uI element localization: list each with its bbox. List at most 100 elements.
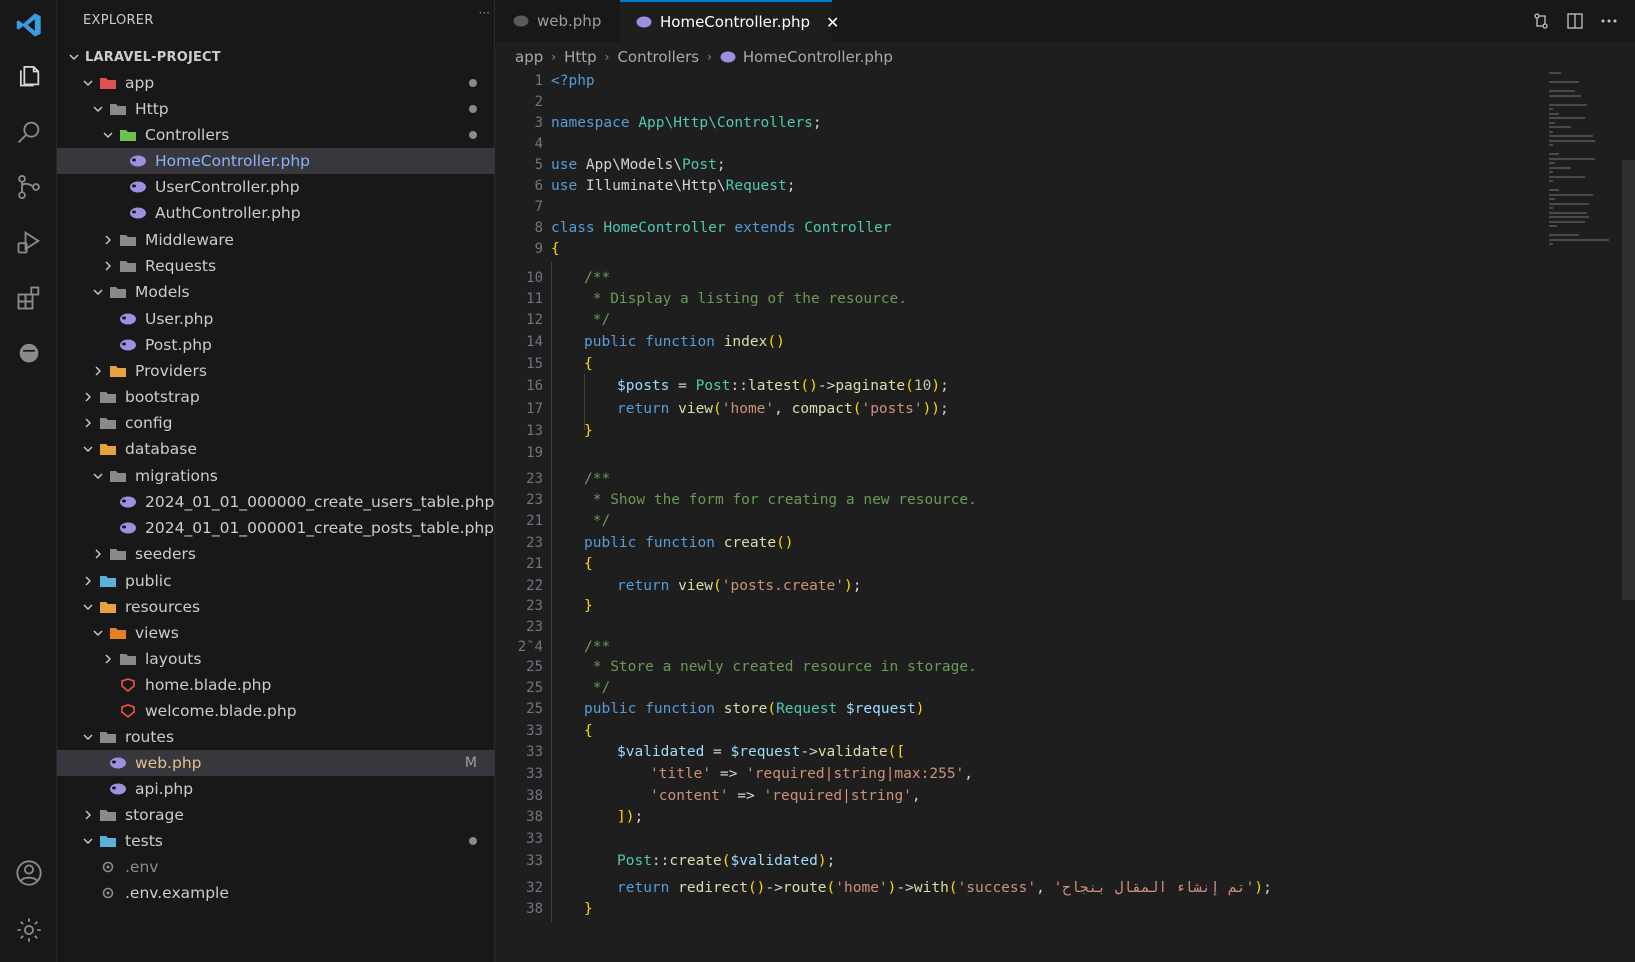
tree-item[interactable]: storage	[57, 802, 495, 828]
code-token: 'required|string|max:255'	[746, 765, 965, 782]
code-token: =>	[711, 765, 747, 782]
breadcrumb-item[interactable]: Controllers	[617, 48, 699, 66]
code-line: 25 * Store a newly created resource in s…	[495, 656, 1595, 677]
breadcrumb-item[interactable]: Http	[564, 48, 597, 66]
tree-item[interactable]: UserController.php	[57, 174, 495, 200]
code-text: class HomeController extends Controller	[551, 220, 892, 236]
tab-home-controller[interactable]: HomeController.php ✕	[620, 0, 839, 42]
folder-icon	[109, 364, 127, 378]
line-number: 33	[526, 722, 543, 739]
tree-item[interactable]: AuthController.php	[57, 200, 495, 226]
tree-item[interactable]: api.php	[57, 776, 495, 802]
indent-guide	[584, 374, 585, 430]
breadcrumb-item[interactable]: HomeController.php	[743, 48, 893, 66]
code-token: use	[551, 156, 586, 173]
tree-item[interactable]: Providers	[57, 358, 495, 384]
source-control-icon[interactable]	[0, 162, 57, 212]
code-line: 12 */	[495, 309, 1595, 330]
code-text: * Store a newly created resource in stor…	[584, 659, 977, 675]
tree-item[interactable]: Requests	[57, 253, 495, 279]
tree-item[interactable]: Http	[57, 96, 495, 122]
code-token: ;	[716, 156, 726, 173]
close-icon[interactable]: ✕	[826, 13, 839, 32]
tree-item[interactable]: Middleware	[57, 227, 495, 253]
code-line: 5 use App\Models\Post;	[495, 154, 1595, 175]
settings-gear-icon[interactable]	[0, 905, 57, 955]
code-token: paginate	[835, 377, 906, 394]
compare-changes-icon[interactable]	[1530, 10, 1552, 32]
code-token: ;	[852, 577, 862, 594]
tab-bar: web.php HomeController.php ✕	[495, 0, 1635, 42]
code-text: {	[584, 356, 593, 372]
tree-item[interactable]: .env.example	[57, 880, 495, 906]
tree-item[interactable]: web.php M	[57, 750, 495, 776]
chevron-right-icon	[101, 652, 115, 666]
tree-item[interactable]: layouts	[57, 646, 495, 672]
tree-item[interactable]: views	[57, 620, 495, 646]
code-text: return view('home', compact('posts'));	[617, 401, 949, 417]
account-icon[interactable]	[0, 848, 57, 898]
tree-item[interactable]: .env	[57, 854, 495, 880]
code-token: return	[617, 400, 679, 417]
code-line: 23 public function create()	[495, 532, 1595, 553]
tree-item[interactable]: resources	[57, 594, 495, 620]
code-token: view	[678, 400, 714, 417]
breadcrumb-item[interactable]: app	[515, 48, 543, 66]
tree-item[interactable]: Controllers	[57, 122, 495, 148]
tree-item[interactable]: Post.php	[57, 332, 495, 358]
code-token: (	[826, 879, 836, 896]
run-debug-icon[interactable]	[0, 217, 57, 267]
code-line: 23	[495, 616, 1595, 637]
code-token: 'success'	[957, 879, 1037, 896]
more-actions-icon[interactable]	[1598, 10, 1620, 32]
tree-item[interactable]: bootstrap	[57, 384, 495, 410]
code-line: 38]);	[495, 806, 1595, 827]
docker-icon[interactable]	[0, 327, 57, 377]
breadcrumb-separator: ›	[604, 50, 610, 64]
line-number: 11	[526, 290, 543, 307]
vertical-scrollbar[interactable]	[1622, 160, 1635, 600]
tree-item-label: AuthController.php	[155, 204, 301, 222]
chevron-down-icon	[81, 600, 95, 614]
tree-item[interactable]: welcome.blade.php	[57, 698, 495, 724]
tree-item[interactable]: database	[57, 436, 495, 462]
tree-item[interactable]: routes	[57, 724, 495, 750]
explorer-more-button[interactable]: ···	[479, 6, 490, 20]
explorer-icon[interactable]	[0, 50, 57, 100]
code-token: ([	[887, 743, 906, 760]
extensions-icon[interactable]	[0, 273, 57, 323]
chevron-right-icon	[81, 574, 95, 588]
chevron-right-icon	[81, 390, 95, 404]
tree-item[interactable]: app	[57, 70, 495, 96]
folder-icon	[99, 76, 117, 90]
tree-item[interactable]: public	[57, 568, 495, 594]
tree-item[interactable]: 2024_01_01_000001_create_posts_table.php	[57, 515, 495, 541]
folder-icon	[99, 600, 117, 614]
code-text: /**	[584, 270, 610, 286]
tree-item[interactable]: seeders	[57, 541, 495, 567]
code-line: 23 * Show the form for creating a new re…	[495, 489, 1595, 510]
project-root[interactable]: LARAVEL-PROJECT	[57, 44, 495, 70]
code-line: 1 <?php	[495, 70, 1595, 91]
tree-item[interactable]: HomeController.php	[57, 148, 495, 174]
modified-dot	[469, 105, 477, 113]
line-number: 15	[526, 355, 543, 372]
tab-web-php[interactable]: web.php	[495, 0, 620, 42]
search-icon[interactable]	[0, 107, 57, 157]
tree-item-label: Post.php	[145, 336, 212, 354]
tree-item[interactable]: migrations	[57, 463, 495, 489]
tree-item[interactable]: Models	[57, 279, 495, 305]
tree-item[interactable]: 2024_01_01_000000_create_users_table.php	[57, 489, 495, 515]
code-line: 6 use Illuminate\Http\Request;	[495, 175, 1595, 196]
split-editor-icon[interactable]	[1564, 10, 1586, 32]
tree-item[interactable]: User.php	[57, 306, 495, 332]
explorer-title: EXPLORER	[83, 13, 154, 28]
code-token: ;	[812, 114, 822, 131]
code-line: 16 $posts = Post::latest()->paginate(10);	[495, 375, 1595, 396]
tree-item[interactable]: config	[57, 410, 495, 436]
modified-dot	[469, 837, 477, 845]
code-token: Illuminate\Http\	[585, 177, 726, 194]
code-token: index	[723, 333, 768, 350]
tree-item[interactable]: tests	[57, 828, 495, 854]
tree-item[interactable]: home.blade.php	[57, 672, 495, 698]
